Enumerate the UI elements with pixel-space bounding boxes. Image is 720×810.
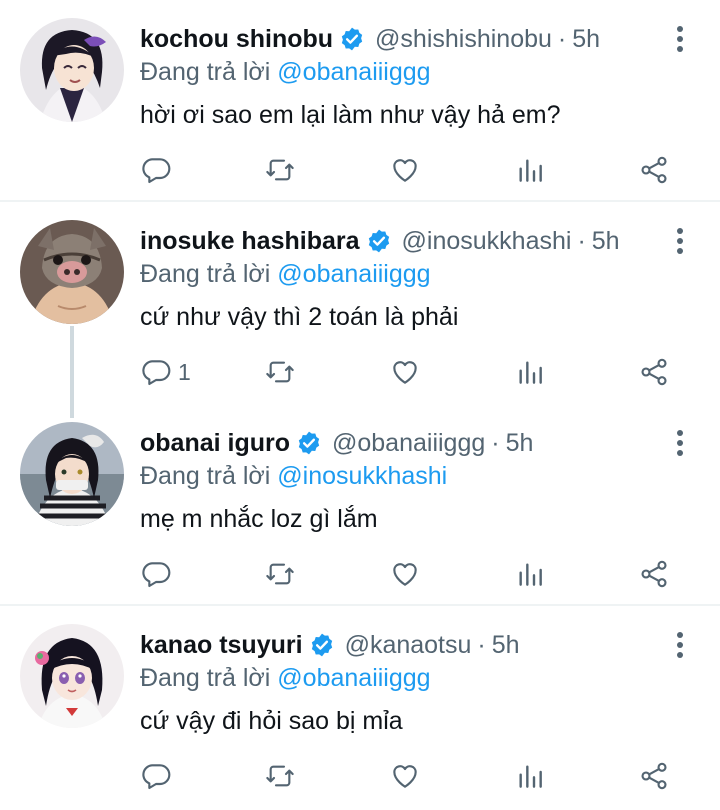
author-name[interactable]: obanai iguro	[140, 429, 290, 458]
retweet-icon	[266, 159, 294, 181]
tweet-actions: 1	[140, 352, 680, 392]
verified-badge-icon	[309, 632, 335, 658]
analytics-icon	[519, 361, 542, 384]
tweet-text: mẹ m nhắc loz gì lắm	[140, 505, 378, 533]
more-options-icon[interactable]	[670, 628, 690, 664]
analytics-icon	[519, 765, 542, 788]
replying-to: Đang trả lời @obanaiiiggg	[140, 257, 431, 291]
like-button[interactable]	[389, 756, 421, 796]
author-handle[interactable]: @shishishinobu	[375, 25, 552, 54]
reply-icon	[142, 562, 171, 588]
share-icon	[641, 358, 667, 386]
replying-to: Đang trả lời @obanaiiiggg	[140, 661, 431, 695]
avatar[interactable]	[20, 220, 124, 324]
avatar[interactable]	[20, 18, 124, 122]
verified-badge-icon	[366, 228, 392, 254]
tweet-text: cứ như vậy thì 2 toán là phải	[140, 303, 459, 331]
share-button[interactable]	[638, 554, 670, 594]
separator-dot: ·	[491, 428, 500, 457]
like-button[interactable]	[389, 150, 421, 190]
author-handle[interactable]: @obanaiiiggg	[332, 429, 485, 458]
analytics-button[interactable]	[514, 554, 546, 594]
replying-to-label: Đang trả lời	[140, 260, 271, 288]
timestamp[interactable]: 5h	[592, 227, 620, 256]
replying-to-label: Đang trả lời	[140, 664, 271, 692]
more-options-icon[interactable]	[670, 22, 690, 58]
retweet-icon	[266, 563, 294, 585]
retweet-button[interactable]	[264, 554, 296, 594]
share-button[interactable]	[638, 150, 670, 190]
analytics-button[interactable]	[514, 150, 546, 190]
replying-to: Đang trả lời @inosukkhashi	[140, 459, 447, 493]
verified-badge-icon	[339, 26, 365, 52]
analytics-icon	[519, 563, 542, 586]
replying-to-label: Đang trả lời	[140, 58, 271, 86]
reply-button[interactable]	[140, 150, 178, 190]
analytics-icon	[519, 159, 542, 182]
tweet-header: inosuke hashibara @inosukkhashi · 5h	[140, 222, 660, 260]
more-options-icon[interactable]	[670, 426, 690, 462]
timestamp[interactable]: 5h	[506, 429, 534, 458]
reply-button[interactable]	[140, 554, 178, 594]
retweet-button[interactable]	[264, 352, 296, 392]
reply-icon	[142, 764, 171, 790]
retweet-icon	[266, 361, 294, 383]
tweet-text: hời ơi sao em lại làm như vậy hả em?	[140, 101, 561, 129]
like-icon	[393, 563, 417, 586]
reply-button[interactable]: 1	[140, 352, 191, 392]
tweet-actions	[140, 554, 680, 594]
retweet-button[interactable]	[264, 756, 296, 796]
like-icon	[393, 361, 417, 384]
tweet-header: kanao tsuyuri @kanaotsu · 5h	[140, 626, 660, 664]
timestamp[interactable]: 5h	[492, 631, 520, 660]
separator-dot: ·	[477, 630, 486, 659]
analytics-button[interactable]	[514, 756, 546, 796]
share-icon	[641, 156, 667, 184]
reply-count: 1	[178, 358, 191, 385]
separator-dot: ·	[577, 226, 586, 255]
share-icon	[641, 762, 667, 790]
replying-to: Đang trả lời @obanaiiiggg	[140, 55, 431, 89]
reply-mention-link[interactable]: @obanaiiiggg	[277, 260, 430, 288]
tweet-header: kochou shinobu @shishishinobu · 5h	[140, 20, 660, 58]
author-handle[interactable]: @inosukkhashi	[402, 227, 572, 256]
tweet-actions	[140, 150, 680, 190]
tweet-text: cứ vậy đi hỏi sao bị mỉa	[140, 707, 403, 735]
reply-icon	[142, 158, 171, 184]
reply-button[interactable]	[140, 756, 178, 796]
retweet-button[interactable]	[264, 150, 296, 190]
retweet-icon	[266, 765, 294, 787]
author-name[interactable]: kanao tsuyuri	[140, 631, 303, 660]
tweet-actions	[140, 756, 680, 796]
separator-dot: ·	[557, 24, 567, 53]
like-icon	[393, 765, 417, 788]
author-name[interactable]: inosuke hashibara	[140, 227, 360, 256]
more-options-icon[interactable]	[670, 224, 690, 260]
verified-badge-icon	[296, 430, 322, 456]
replying-to-label: Đang trả lời	[140, 462, 271, 490]
reply-mention-link[interactable]: @inosukkhashi	[277, 462, 447, 490]
like-button[interactable]	[389, 352, 421, 392]
reply-icon	[142, 360, 171, 386]
author-name[interactable]: kochou shinobu	[140, 25, 333, 54]
tweet-header: obanai iguro @obanaiiiggg · 5h	[140, 424, 660, 462]
tweet-item[interactable]: inosuke hashibara @inosukkhashi · 5h Đan…	[0, 202, 720, 402]
like-button[interactable]	[389, 554, 421, 594]
share-button[interactable]	[638, 352, 670, 392]
reply-mention-link[interactable]: @obanaiiiggg	[277, 664, 430, 692]
avatar[interactable]	[20, 422, 124, 526]
like-icon	[393, 159, 417, 182]
share-icon	[641, 560, 667, 588]
reply-mention-link[interactable]: @obanaiiiggg	[277, 58, 430, 86]
share-button[interactable]	[638, 756, 670, 796]
timestamp[interactable]: 5h	[572, 25, 600, 54]
author-handle[interactable]: @kanaotsu	[345, 631, 472, 660]
analytics-button[interactable]	[514, 352, 546, 392]
tweet-item[interactable]: obanai iguro @obanaiiiggg · 5h Đang trả …	[0, 404, 720, 604]
tweet-item[interactable]: kochou shinobu @shishishinobu · 5h Đang …	[0, 0, 720, 200]
tweet-item[interactable]: kanao tsuyuri @kanaotsu · 5h Đang trả lờ…	[0, 606, 720, 810]
avatar[interactable]	[20, 624, 124, 728]
